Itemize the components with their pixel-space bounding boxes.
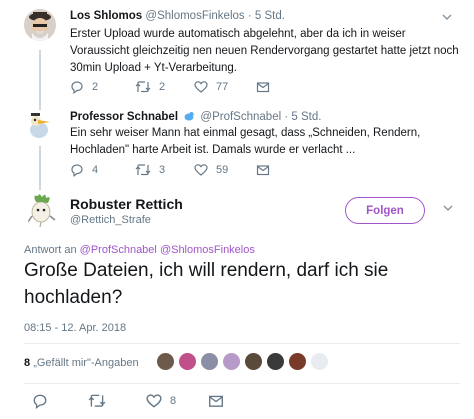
retweet-icon [88, 394, 106, 407]
separator-dot: · [284, 111, 289, 123]
tweet-text: Ein sehr weiser Mann hat einmal gesagt, … [70, 127, 421, 156]
author-handle[interactable]: @ProfSchnabel [200, 111, 281, 123]
main-author-handle[interactable]: @Rettich_Strafe [70, 214, 151, 226]
liker-avatar[interactable] [288, 352, 307, 371]
tweet-actions: 4 3 59 [70, 163, 320, 183]
like-button[interactable]: 8 [146, 393, 176, 409]
retweet-count: 3 [159, 164, 166, 176]
tweet-text: Erster Upload wurde automatisch abgelehn… [70, 28, 459, 74]
chevron-down-icon[interactable] [441, 201, 455, 215]
envelope-icon [256, 165, 270, 176]
heart-icon [194, 164, 208, 176]
likes-label: „Gefällt mir"-Angaben [33, 357, 139, 369]
divider [24, 383, 460, 384]
tweet-header: Los Shlomos @ShlomosFinkelos · 5 Std. [70, 10, 285, 22]
reply-icon [71, 81, 83, 94]
like-button[interactable]: 59 [194, 163, 228, 177]
like-count: 77 [216, 81, 229, 93]
separator-dot: · [247, 10, 252, 22]
main-timestamp[interactable]: 08:15 - 12. Apr. 2018 [24, 322, 126, 334]
liker-avatar[interactable] [266, 352, 285, 371]
tweet-actions: 2 2 77 [70, 80, 320, 100]
follow-button[interactable]: Folgen [345, 197, 425, 224]
main-tweet-actions: 8 [0, 393, 474, 413]
avatar[interactable] [24, 110, 56, 142]
retweet-count: 2 [159, 81, 166, 93]
likes-total: 8 [24, 357, 31, 369]
tweet-1[interactable]: Los Shlomos @ShlomosFinkelos · 5 Std. Er… [0, 0, 474, 100]
reply-icon [33, 394, 47, 409]
divider [24, 343, 460, 344]
retweet-button[interactable]: 2 [135, 80, 165, 94]
liker-avatar[interactable] [310, 352, 329, 371]
liker-avatar[interactable] [222, 352, 241, 371]
liker-avatar[interactable] [156, 352, 175, 371]
liker-avatar[interactable] [178, 352, 197, 371]
envelope-icon [256, 82, 270, 93]
message-button[interactable] [256, 80, 270, 94]
likes-summary[interactable]: 8 „Gefällt mir"-Angaben [24, 357, 139, 369]
mention-link[interactable]: @ShlomosFinkelos [160, 244, 255, 256]
author-name[interactable]: Professor Schnabel [70, 111, 178, 123]
tweet-time[interactable]: 5 Std. [255, 10, 285, 22]
like-button[interactable]: 77 [194, 80, 228, 94]
retweet-button[interactable]: 3 [135, 163, 165, 177]
reply-count: 4 [92, 164, 99, 176]
message-button[interactable] [208, 393, 224, 409]
main-avatar[interactable] [24, 192, 60, 228]
bird-emoji-icon [184, 112, 196, 121]
main-tweet-text: Große Dateien, ich will rendern, darf ic… [24, 260, 389, 308]
message-button[interactable] [256, 163, 270, 177]
author-name[interactable]: Los Shlomos [70, 10, 142, 22]
like-count: 59 [216, 164, 229, 176]
reply-prefix: Antwort an [24, 244, 77, 256]
mention-link[interactable]: @ProfSchnabel [80, 244, 157, 256]
reply-count: 2 [92, 81, 99, 93]
main-author-name[interactable]: Robuster Rettich [70, 196, 183, 212]
like-count: 8 [170, 395, 177, 407]
envelope-icon [209, 395, 223, 407]
reply-button[interactable]: 4 [70, 163, 98, 177]
chevron-down-icon[interactable] [441, 11, 453, 23]
tweet-header: Professor Schnabel @ProfSchnabel · 5 Std… [70, 110, 321, 123]
heart-icon [146, 394, 162, 408]
retweet-button[interactable] [88, 393, 106, 409]
retweet-icon [135, 81, 151, 93]
liker-avatar[interactable] [244, 352, 263, 371]
reply-context: Antwort an @ProfSchnabel @ShlomosFinkelo… [24, 244, 255, 256]
tweet-time[interactable]: 5 Std. [291, 111, 321, 123]
reply-button[interactable] [32, 393, 48, 409]
author-handle[interactable]: @ShlomosFinkelos [145, 10, 244, 22]
reply-icon [71, 164, 83, 177]
reply-button[interactable]: 2 [70, 80, 98, 94]
avatar[interactable] [24, 9, 56, 41]
retweet-icon [135, 164, 151, 176]
tweet-2[interactable]: Professor Schnabel @ProfSchnabel · 5 Std… [0, 100, 474, 190]
heart-icon [194, 81, 208, 93]
liker-avatar[interactable] [200, 352, 219, 371]
